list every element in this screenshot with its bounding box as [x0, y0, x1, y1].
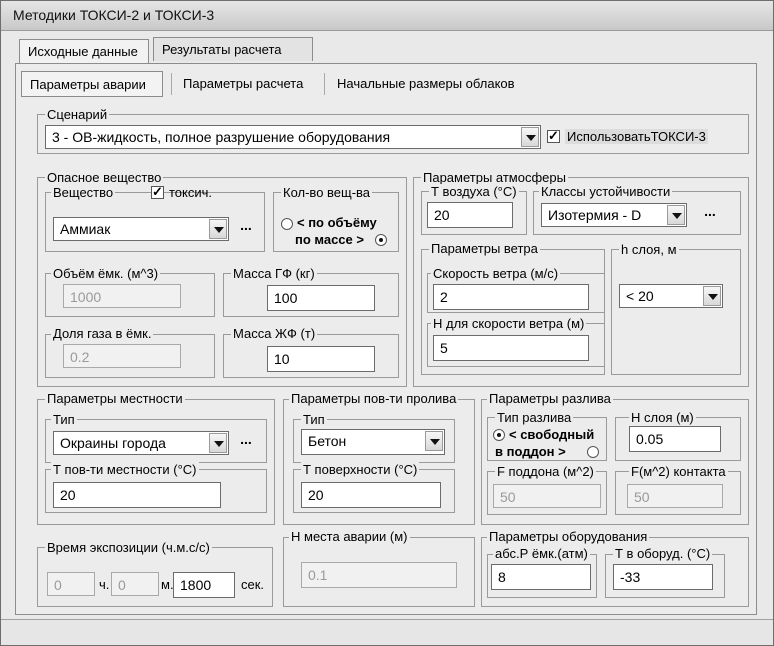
spill-surface-temp-label: Т поверхности (°С): [301, 462, 420, 477]
tray-area-input[interactable]: 50: [493, 484, 601, 508]
gas-share-input[interactable]: 0.2: [63, 344, 181, 368]
tab-accident-params[interactable]: Параметры аварии: [21, 71, 163, 97]
surface-temp-label: Т пов-ти местности (°С): [51, 462, 199, 477]
atmosphere-label: Параметры атмосферы: [421, 170, 568, 185]
use-toksi3-label: ИспользоватьТОКСИ-3: [565, 129, 708, 144]
wind-speed-label: Скорость ветра (м/с): [431, 266, 561, 281]
tray-area-label: F поддона (м^2): [495, 464, 596, 479]
terrain-type-label: Тип: [51, 412, 77, 427]
free-spill-radio[interactable]: [493, 429, 505, 441]
tab-calc-params[interactable]: Параметры расчета: [175, 71, 319, 97]
contact-area-label: F(м^2) контакта: [629, 464, 728, 479]
mass-liquid-label: Масса ЖФ (т): [231, 326, 318, 341]
stability-select[interactable]: Изотермия - D: [541, 203, 687, 227]
free-spill-label: < свободный: [509, 427, 595, 442]
title-bar: Методики ТОКСИ-2 и ТОКСИ-3: [1, 1, 773, 31]
window-title: Методики ТОКСИ-2 и ТОКСИ-3: [13, 7, 215, 23]
toxic-label: токсич.: [169, 185, 213, 200]
mass-gas-input[interactable]: 100: [267, 285, 375, 311]
chevron-down-icon[interactable]: [209, 219, 227, 239]
gas-share-label: Доля газа в ёмк.: [51, 326, 154, 341]
hazard-label: Опасное вещество: [45, 170, 164, 185]
substance-label: Вещество: [51, 185, 116, 200]
app-window: Методики ТОКСИ-2 и ТОКСИ-3 Исходные данн…: [0, 0, 774, 646]
wind-speed-input[interactable]: 2: [433, 284, 589, 310]
chevron-down-icon[interactable]: [703, 286, 721, 306]
equipment-label: Параметры оборудования: [487, 529, 650, 544]
air-temp-input[interactable]: 20: [427, 202, 513, 228]
accident-height-label: Н места аварии (м): [289, 529, 410, 544]
surface-temp-input[interactable]: 20: [53, 482, 221, 508]
layer-h-input[interactable]: 0.05: [629, 426, 721, 452]
terrain-type-select[interactable]: Окраины города: [53, 431, 229, 455]
tab-separator: [171, 73, 172, 95]
volume-input[interactable]: 1000: [63, 284, 181, 308]
tab-input-data[interactable]: Исходные данные: [19, 39, 149, 66]
terrain-label: Параметры местности: [45, 391, 185, 406]
layer-h-label: Н слоя (м): [629, 410, 696, 425]
mass-gas-label: Масса ГФ (кг): [231, 266, 317, 281]
hours-unit: ч.: [99, 577, 110, 592]
wind-label: Параметры ветра: [429, 241, 540, 256]
wind-height-label: Н для скорости ветра (м): [431, 316, 587, 331]
exposure-hours-input[interactable]: 0: [47, 572, 95, 596]
tab-results[interactable]: Результаты расчета: [153, 37, 313, 61]
seconds-unit: сек.: [241, 577, 265, 592]
use-toksi3-checkbox[interactable]: [547, 128, 560, 144]
spill-surface-type-label: Тип: [301, 412, 327, 427]
minutes-unit: м.: [161, 577, 174, 592]
layer-select[interactable]: < 20: [619, 284, 723, 308]
exposure-seconds-input[interactable]: 1800: [173, 572, 235, 598]
wind-height-input[interactable]: 5: [433, 335, 589, 361]
tab-separator: [324, 73, 325, 95]
chevron-down-icon[interactable]: [425, 431, 443, 451]
volume-label: Объём ёмк. (м^3): [51, 266, 161, 281]
spill-label: Параметры разлива: [487, 391, 613, 406]
spill-surface-type-select[interactable]: Бетон: [301, 429, 445, 455]
substance-select[interactable]: Аммиак: [53, 217, 229, 241]
equipment-temp-label: Т в оборуд. (°С): [613, 546, 713, 561]
by-volume-label: < по объёму: [297, 215, 377, 230]
exposure-label: Время экспозиции (ч.м.с/с): [45, 540, 212, 555]
mass-liquid-input[interactable]: 10: [267, 346, 375, 372]
tray-spill-label: в поддон >: [495, 444, 566, 459]
terrain-more-button[interactable]: ...: [235, 432, 257, 454]
scenario-label: Сценарий: [45, 107, 110, 122]
stability-label: Классы устойчивости: [539, 184, 673, 199]
air-temp-label: Т воздуха (°С): [429, 184, 519, 199]
by-volume-radio[interactable]: [281, 218, 293, 230]
exposure-minutes-input[interactable]: 0: [111, 572, 159, 596]
spill-surface-label: Параметры пов-ти пролива: [289, 391, 459, 406]
pressure-label: абс.Р ёмк.(атм): [493, 546, 590, 561]
accident-height-input[interactable]: 0.1: [301, 562, 457, 588]
pressure-input[interactable]: 8: [491, 564, 591, 590]
chevron-down-icon[interactable]: [521, 127, 539, 147]
contact-area-input[interactable]: 50: [627, 484, 723, 508]
by-mass-radio[interactable]: [375, 234, 387, 246]
tab-cloud-sizes[interactable]: Начальные размеры облаков: [329, 71, 535, 97]
status-bar: [1, 619, 773, 645]
stability-more-button[interactable]: ...: [699, 204, 721, 226]
spill-type-label: Тип разлива: [495, 410, 574, 425]
layer-label: h слоя, м: [619, 242, 679, 257]
layer-group: [611, 249, 741, 375]
chevron-down-icon[interactable]: [667, 205, 685, 225]
by-mass-label: по массе >: [295, 232, 364, 247]
equipment-temp-input[interactable]: -33: [613, 564, 713, 590]
toxic-checkbox[interactable]: [151, 184, 164, 200]
chevron-down-icon[interactable]: [209, 433, 227, 453]
substance-more-button[interactable]: ...: [235, 218, 257, 240]
tray-spill-radio[interactable]: [587, 446, 599, 458]
spill-surface-temp-input[interactable]: 20: [301, 482, 441, 508]
amount-label: Кол-во вещ-ва: [281, 185, 373, 200]
scenario-select[interactable]: 3 - ОВ-жидкость, полное разрушение обору…: [45, 125, 541, 149]
